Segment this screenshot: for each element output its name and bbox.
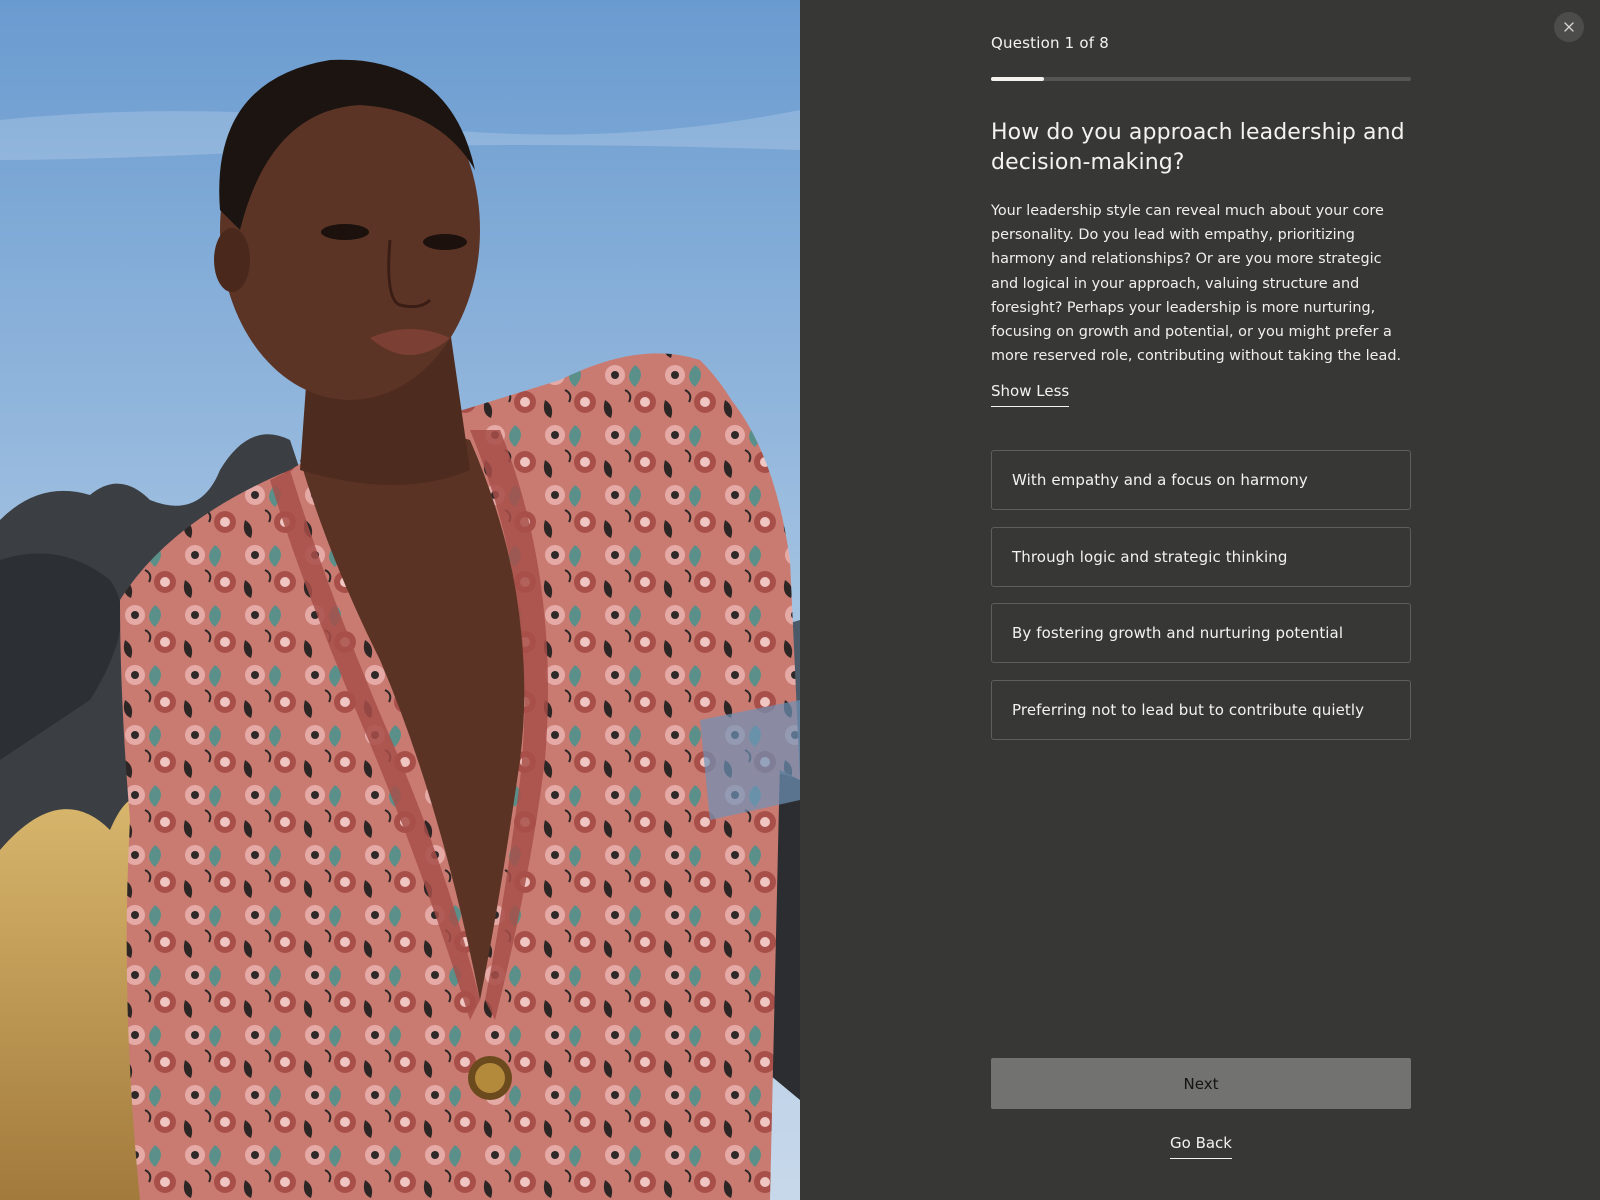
answer-option[interactable]: Through logic and strategic thinking: [991, 526, 1411, 587]
question-title: How do you approach leadership and decis…: [991, 120, 1405, 175]
answer-option[interactable]: Preferring not to lead but to contribute…: [991, 679, 1411, 740]
question-description: Your leadership style can reveal much ab…: [991, 203, 1402, 365]
go-back-link[interactable]: Go Back: [1170, 1133, 1232, 1159]
answer-options: With empathy and a focus on harmony Thro…: [991, 450, 1411, 756]
quiz-page: Question 1 of 8 How do you approach lead…: [0, 0, 1600, 1200]
progress-bar-fill: [991, 77, 1044, 81]
close-button[interactable]: [1554, 12, 1584, 42]
model-photo-illustration: [0, 0, 800, 1200]
quiz-panel: Question 1 of 8 How do you approach lead…: [800, 0, 1600, 1200]
question-counter: Question 1 of 8: [991, 34, 1109, 52]
close-icon: [1564, 22, 1574, 32]
answer-option[interactable]: With empathy and a focus on harmony: [991, 450, 1411, 510]
answer-option[interactable]: By fostering growth and nurturing potent…: [991, 603, 1411, 663]
go-back-container: Go Back: [991, 1133, 1411, 1159]
model-photo: [0, 0, 800, 1200]
next-button[interactable]: Next: [991, 1058, 1411, 1109]
show-less-link[interactable]: Show Less: [991, 381, 1070, 407]
progress-bar: [991, 77, 1411, 81]
